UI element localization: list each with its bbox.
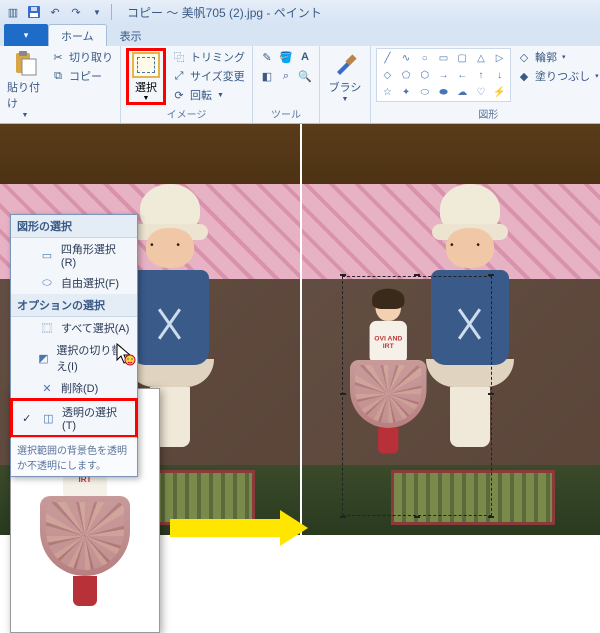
yellow-arrow <box>170 519 280 537</box>
undo-icon[interactable]: ↶ <box>46 3 64 21</box>
menu-header-shapes: 図形の選択 <box>11 215 137 238</box>
tab-home[interactable]: ホーム <box>48 24 107 46</box>
canvas-area[interactable]: OVI AND IRT OVI AND IRT 図形の選択 ▭四角形選択(R) <box>0 124 600 535</box>
menu-transparent-select[interactable]: ✓◫透明の選択(T) <box>10 398 138 438</box>
cut-button[interactable]: ✂切り取り <box>48 48 115 66</box>
resize-icon: ⤢ <box>171 69 187 83</box>
outline-icon: ◇ <box>516 50 532 64</box>
group-clipboard: 貼り付け ▼ ✂切り取り ⧉コピー クリップボード <box>0 46 121 123</box>
group-image: 選択 ▼ ⿻トリミング ⤢サイズ変更 ⟳回転▼ イメージ <box>121 46 253 123</box>
tab-view[interactable]: 表示 <box>107 24 155 46</box>
pencil-tool[interactable]: ✎ <box>258 48 276 66</box>
tool-grid: ✎ 🪣 A ◧ ⌕ 🔍 <box>258 48 314 85</box>
copy-button[interactable]: ⧉コピー <box>48 67 115 85</box>
photo-right: OVI AND IRT <box>302 124 600 535</box>
group-label-shapes: 図形 <box>376 106 600 123</box>
menu-tooltip: 選択範囲の背景色を透明か不透明にします。 <box>11 437 137 476</box>
tab-strip: ▾ ホーム 表示 <box>0 24 600 46</box>
file-tab[interactable]: ▾ <box>4 24 48 46</box>
brush-icon <box>330 50 360 78</box>
resize-button[interactable]: ⤢サイズ変更 <box>169 67 247 85</box>
crop-icon: ⿻ <box>171 50 187 64</box>
outline-button[interactable]: ◇輪郭▾ <box>514 48 600 66</box>
title-bar: ▥ ↶ ↷ ▼ コピー ～ 美帆705 (2).jpg - ペイント <box>0 0 600 24</box>
app-menu-icon[interactable]: ▥ <box>4 3 22 21</box>
copy-icon: ⧉ <box>50 69 66 83</box>
select-icon <box>132 52 160 78</box>
save-icon[interactable] <box>25 3 43 21</box>
menu-header-options: オプションの選択 <box>11 294 137 317</box>
free-select-icon: ⬭ <box>39 276 55 290</box>
chevron-down-icon: ▼ <box>342 96 349 103</box>
fill-icon: ◆ <box>516 69 532 83</box>
brush-label: ブラシ <box>329 79 362 95</box>
ribbon: 貼り付け ▼ ✂切り取り ⧉コピー クリップボード 選択 ▼ ⿻トリミング ⤢サ… <box>0 46 600 124</box>
transparent-icon: ◫ <box>41 411 57 425</box>
brush-button[interactable]: ブラシ ▼ <box>325 48 365 105</box>
rect-select-icon: ▭ <box>39 248 55 262</box>
menu-free-select[interactable]: ⬭自由選択(F) <box>11 272 137 294</box>
select-all-icon: ⿴ <box>39 321 55 335</box>
window-title: コピー ～ 美帆705 (2).jpg - ペイント <box>127 4 322 21</box>
select-button[interactable]: 選択 ▼ <box>126 48 166 105</box>
menu-select-all[interactable]: ⿴すべて選択(A) <box>11 317 137 339</box>
picker-tool[interactable]: ⌕ <box>277 67 295 85</box>
delete-icon: ✕ <box>39 381 55 395</box>
paste-button[interactable]: 貼り付け ▼ <box>5 48 45 121</box>
zoom-tool[interactable]: 🔍 <box>296 67 314 85</box>
shape-gallery[interactable]: ╱∿○▭▢△▷ ◇⬠⬡→←↑↓ ☆✦⬭⬬☁♡⚡ <box>376 48 511 102</box>
invert-icon: ◩ <box>37 351 51 365</box>
chevron-down-icon: ▼ <box>143 95 150 102</box>
crop-button[interactable]: ⿻トリミング <box>169 48 247 66</box>
text-tool[interactable]: A <box>296 48 314 66</box>
selection-marquee[interactable] <box>342 276 492 516</box>
eraser-tool[interactable]: ◧ <box>258 67 276 85</box>
fill-tool[interactable]: 🪣 <box>277 48 295 66</box>
group-tools: ✎ 🪣 A ◧ ⌕ 🔍 ツール <box>253 46 320 123</box>
redo-icon[interactable]: ↷ <box>67 3 85 21</box>
group-label-image: イメージ <box>126 106 247 123</box>
chevron-down-icon: ▼ <box>22 112 29 119</box>
select-label: 選択 <box>135 79 157 95</box>
group-label-tools: ツール <box>258 106 314 123</box>
rotate-icon: ⟳ <box>171 88 187 102</box>
group-brush: ブラシ ▼ <box>320 46 371 123</box>
group-shapes: ╱∿○▭▢△▷ ◇⬠⬡→←↑↓ ☆✦⬭⬬☁♡⚡ ◇輪郭▾ ◆塗りつぶし▾ 図形 <box>371 46 600 123</box>
menu-rect-select[interactable]: ▭四角形選択(R) <box>11 238 137 272</box>
scissors-icon: ✂ <box>50 50 66 64</box>
check-icon: ✓ <box>19 412 35 425</box>
paste-icon <box>10 50 40 78</box>
rotate-button[interactable]: ⟳回転▼ <box>169 86 247 104</box>
paste-label: 貼り付け <box>7 79 43 111</box>
fill-button[interactable]: ◆塗りつぶし▾ <box>514 67 600 85</box>
cursor-pointer-icon <box>115 342 137 369</box>
menu-delete[interactable]: ✕削除(D) <box>11 377 137 399</box>
qat-dropdown-icon[interactable]: ▼ <box>88 3 106 21</box>
